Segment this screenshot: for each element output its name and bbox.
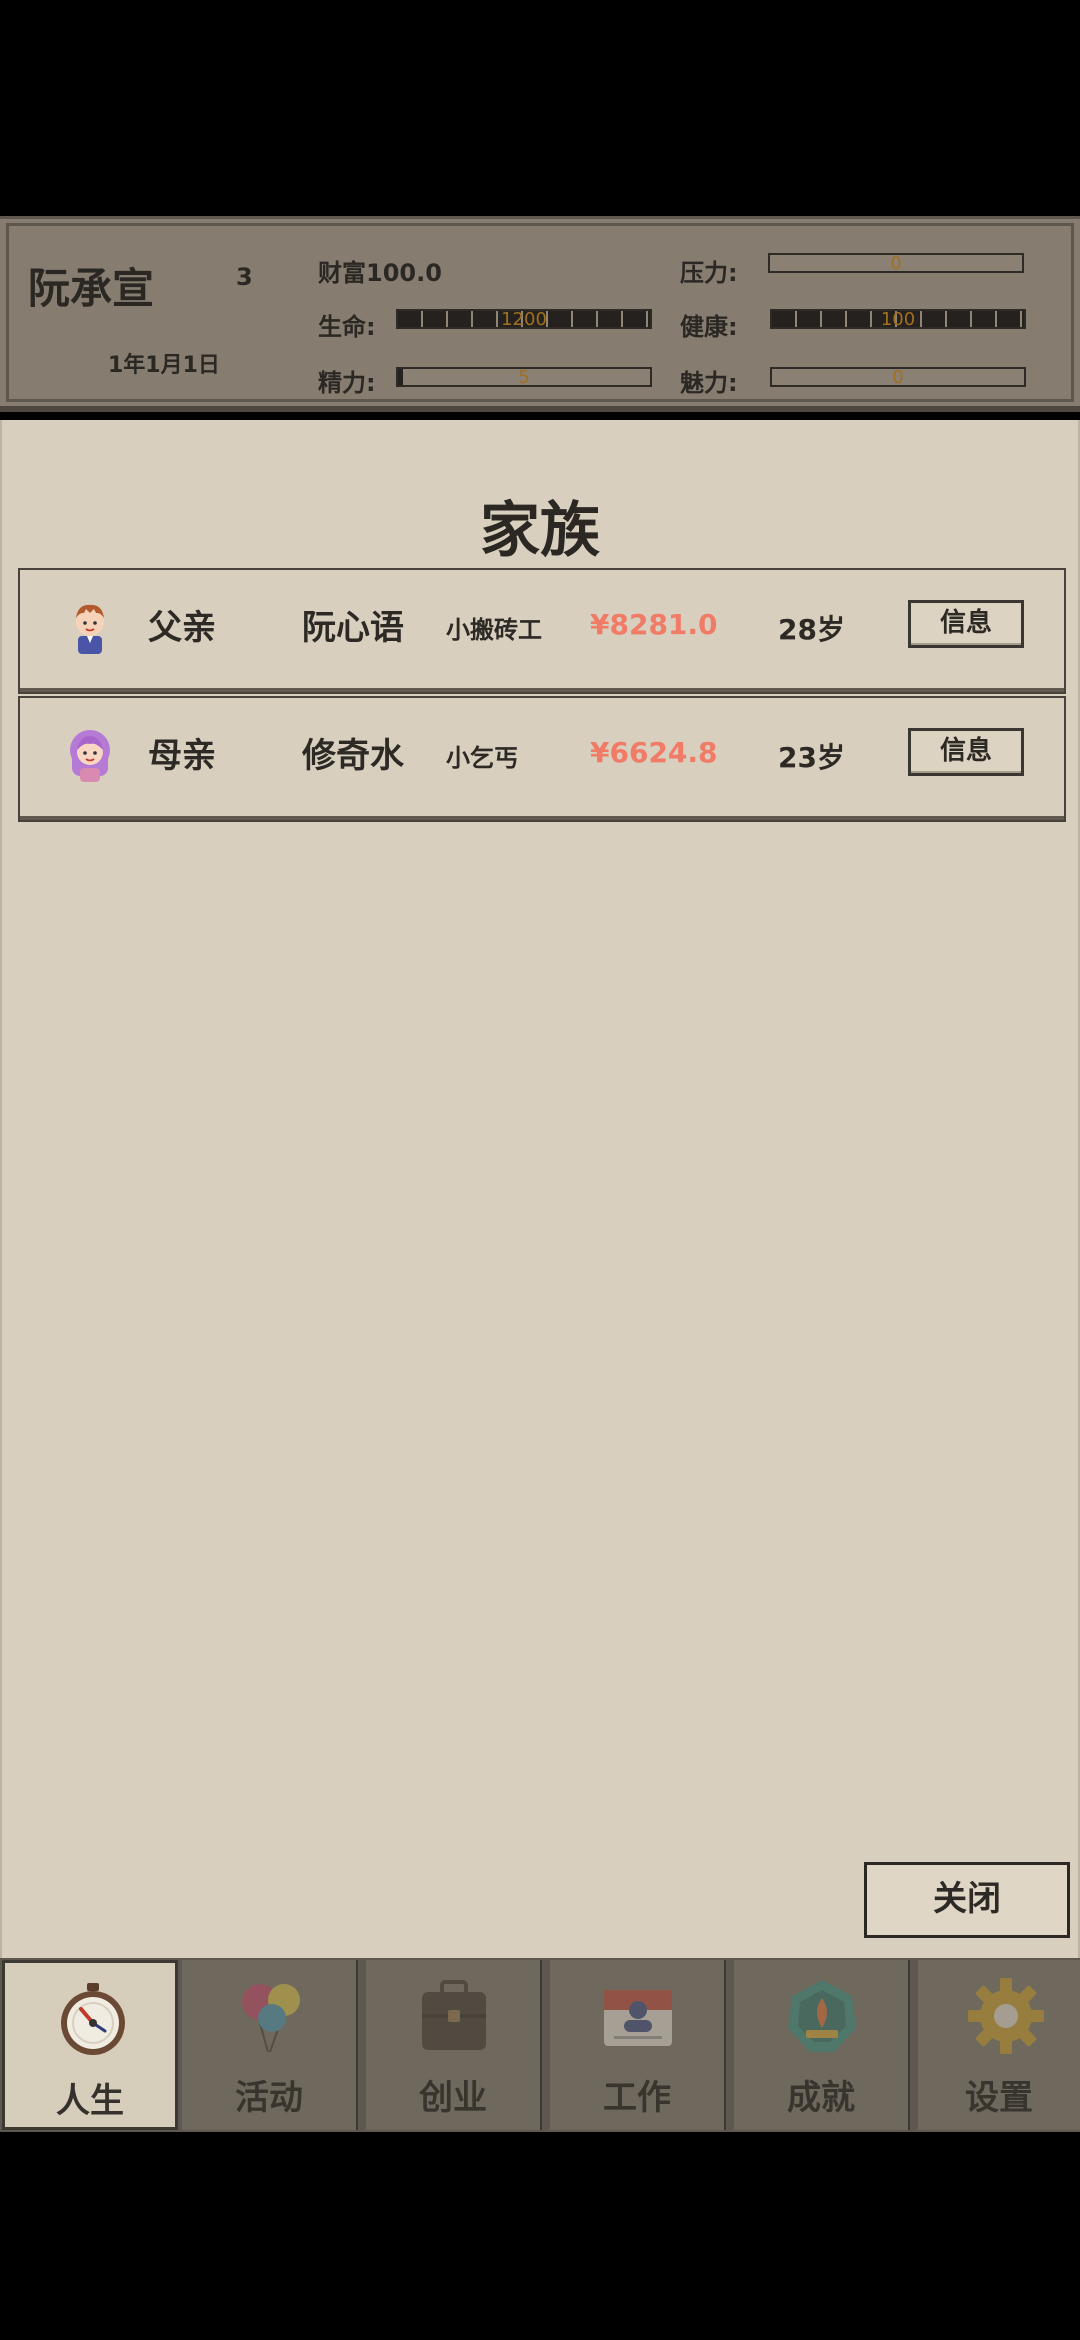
member-name: 修奇水 bbox=[302, 736, 404, 776]
tab-label: 工作 bbox=[603, 2078, 671, 2118]
tab-label: 成就 bbox=[787, 2078, 855, 2118]
id-card-icon bbox=[604, 1990, 672, 2046]
close-button[interactable]: 关闭 bbox=[864, 1862, 1070, 1938]
health-label: 健康: bbox=[680, 313, 738, 341]
tab-achievement[interactable]: 成就 bbox=[734, 1960, 910, 2130]
tab-label: 创业 bbox=[419, 2078, 487, 2118]
stopwatch-icon bbox=[61, 1983, 125, 2055]
info-button[interactable]: 信息 bbox=[908, 600, 1024, 648]
member-money: ¥6624.8 bbox=[590, 736, 718, 769]
member-job: 小搬砖工 bbox=[446, 616, 542, 644]
energy-value: 5 bbox=[518, 367, 530, 388]
member-age: 28岁 bbox=[778, 613, 845, 646]
gear-icon bbox=[968, 1978, 1044, 2054]
father-avatar-icon bbox=[76, 604, 104, 654]
tab-activity[interactable]: 活动 bbox=[182, 1960, 358, 2130]
member-money: ¥8281.0 bbox=[590, 608, 718, 641]
badge-icon bbox=[788, 1980, 856, 2052]
energy-bar: 5 bbox=[396, 367, 652, 388]
tab-life[interactable]: 人生 bbox=[2, 1960, 178, 2130]
member-job: 小乞丐 bbox=[446, 744, 518, 772]
tab-startup[interactable]: 创业 bbox=[366, 1960, 542, 2130]
mother-avatar-icon bbox=[70, 730, 110, 782]
status-header: 阮承宣 3 1年1月1日 财富100.0 压力: 0 生命: 1200 健康: … bbox=[0, 216, 1080, 412]
charm-label: 魅力: bbox=[680, 369, 738, 397]
player-name: 阮承宣 bbox=[28, 264, 155, 313]
member-age: 23岁 bbox=[778, 741, 845, 774]
game-date: 1年1月1日 bbox=[108, 353, 220, 378]
member-name: 阮心语 bbox=[302, 608, 404, 648]
tab-label: 人生 bbox=[56, 2081, 124, 2121]
tab-settings[interactable]: 设置 bbox=[918, 1960, 1080, 2130]
family-panel: 家族 父亲 阮心语 小搬砖工 ¥8281.0 28岁 信息 母亲 修奇水 小乞丐 bbox=[0, 420, 1080, 1958]
life-bar: 1200 bbox=[396, 309, 652, 330]
wealth-label: 财富100.0 bbox=[318, 259, 442, 287]
info-button[interactable]: 信息 bbox=[908, 728, 1024, 776]
family-member-row: 母亲 修奇水 小乞丐 ¥6624.8 23岁 信息 bbox=[18, 696, 1066, 822]
health-bar: 100 bbox=[770, 309, 1026, 330]
bottom-nav: 人生 活动 创业 工作 成就 设置 bbox=[0, 1958, 1080, 2132]
life-value: 1200 bbox=[501, 309, 547, 330]
life-label: 生命: bbox=[318, 313, 376, 341]
panel-title: 家族 bbox=[480, 496, 600, 566]
balloons-icon bbox=[242, 1984, 300, 2053]
family-member-row: 父亲 阮心语 小搬砖工 ¥8281.0 28岁 信息 bbox=[18, 568, 1066, 694]
charm-bar: 0 bbox=[770, 367, 1026, 388]
tab-label: 活动 bbox=[235, 2078, 303, 2118]
tab-label: 设置 bbox=[965, 2078, 1033, 2118]
energy-label: 精力: bbox=[318, 369, 376, 397]
pressure-bar: 0 bbox=[768, 253, 1024, 274]
health-value: 100 bbox=[880, 309, 916, 330]
pressure-value: 0 bbox=[890, 253, 902, 274]
charm-value: 0 bbox=[892, 367, 904, 388]
member-relation: 母亲 bbox=[148, 736, 216, 776]
player-level: 3 bbox=[236, 263, 253, 291]
briefcase-icon bbox=[422, 1980, 486, 2050]
pressure-label: 压力: bbox=[680, 259, 738, 287]
member-relation: 父亲 bbox=[148, 608, 216, 648]
tab-work[interactable]: 工作 bbox=[550, 1960, 726, 2130]
